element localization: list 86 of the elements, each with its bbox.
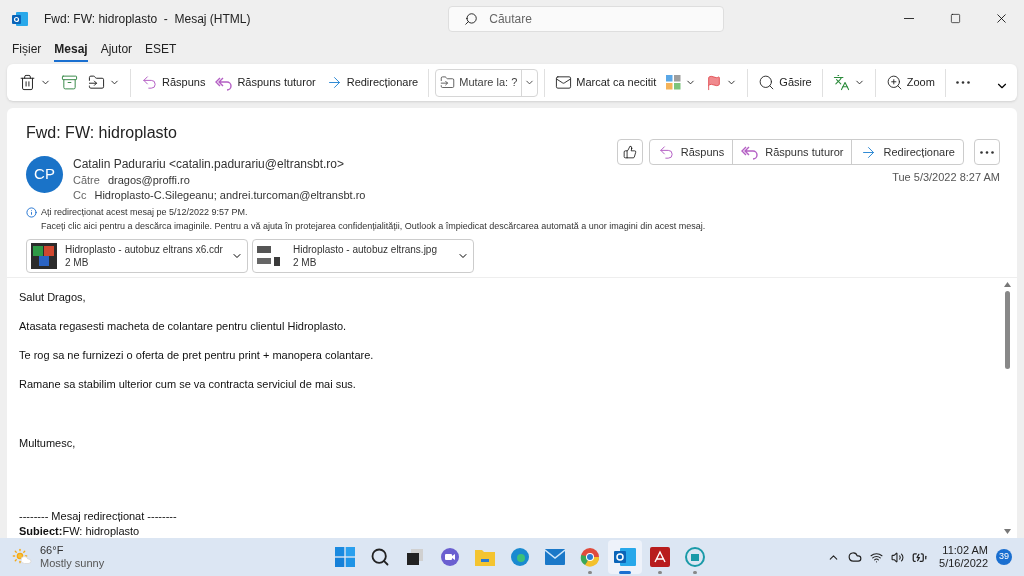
search-icon <box>370 547 390 567</box>
forward-button[interactable]: Redirecționare <box>851 140 963 164</box>
weather-condition: Mostly sunny <box>40 557 105 570</box>
scroll-up-icon[interactable] <box>1003 282 1011 287</box>
archive-icon <box>61 74 78 91</box>
reply-all-button[interactable]: Răspuns tuturor <box>211 68 320 97</box>
cloud-icon[interactable] <box>848 550 863 564</box>
reply-icon <box>657 143 675 161</box>
file-thumbnail-icon <box>31 243 57 269</box>
browser-icon <box>580 547 600 567</box>
forward-button[interactable]: Redirecționare <box>321 68 423 97</box>
forwarded-subject: Subiect:FW: hidroplasto <box>19 524 141 539</box>
envelope-icon <box>555 74 573 91</box>
zoom-icon <box>885 74 903 91</box>
mail-app-icon <box>12 11 28 26</box>
chat-icon <box>440 547 460 567</box>
reply-all-icon <box>741 144 760 160</box>
search-icon <box>464 11 479 26</box>
folder-icon <box>440 75 456 90</box>
minimize-icon <box>904 18 914 19</box>
message-date: Tue 5/3/2022 8:27 AM <box>892 170 1000 185</box>
task-view-icon <box>405 547 425 567</box>
flag-icon <box>706 74 723 91</box>
body-paragraph: Te rog sa ne furnizezi o oferta de pret pentru print + manopera colantare. <box>19 348 375 363</box>
reply-button[interactable]: Răspuns <box>137 68 210 97</box>
attachment-name: Hidroplasto - autobuz eltrans.jpg <box>293 243 438 256</box>
clock-date: 5/16/2022 <box>939 557 988 570</box>
sender-avatar: CP <box>26 156 63 193</box>
attachment-size: 2 MB <box>293 256 318 269</box>
mark-unread-button[interactable]: Marcat ca necitit <box>551 68 661 97</box>
search-icon <box>758 74 776 91</box>
mail-app-icon <box>614 547 636 567</box>
folder-icon <box>88 74 105 91</box>
body-paragraph: Multumesc, <box>19 436 77 451</box>
reply-all-button[interactable]: Răspuns tuturor <box>732 140 852 164</box>
menu-tab[interactable]: ESET <box>145 39 177 62</box>
cc-label: Cc <box>73 188 87 203</box>
menu-tab[interactable]: Mesaj <box>54 39 88 62</box>
pdf-icon <box>650 547 670 567</box>
more-icon <box>955 81 970 84</box>
scroll-down-icon[interactable] <box>1003 529 1011 534</box>
window-title: Fwd: FW: hidroplasto - Mesaj (HTML) <box>44 10 251 28</box>
menu-tab[interactable]: Fișier <box>12 39 42 62</box>
image-thumbnail-icon <box>257 244 281 268</box>
find-button[interactable]: Găsire <box>754 68 816 97</box>
more-icon <box>980 150 994 154</box>
attachment-size: 2 MB <box>65 256 90 269</box>
to-recipients: dragos@proffi.ro <box>107 173 190 188</box>
more-button[interactable] <box>974 139 1000 165</box>
info-icon <box>26 207 37 219</box>
like-button[interactable] <box>616 139 643 165</box>
wifi-icon[interactable] <box>870 550 884 564</box>
forwarded-separator: -------- Mesaj redirecționat -------- <box>19 509 178 524</box>
restore-icon <box>949 13 961 24</box>
trash-icon <box>19 74 36 91</box>
message-subject: Fwd: FW: hidroplasto <box>26 123 178 143</box>
translate-icon <box>832 74 850 91</box>
menu-tab[interactable]: Ajutor <box>100 39 133 62</box>
body-paragraph: Ramane sa stabilim ulterior cum se va contracta serviciul de mai sus. <box>19 377 357 392</box>
move-to-dropdown[interactable]: Mutare la: ? <box>435 68 539 97</box>
body-paragraph: Salut Dragos, <box>19 290 87 305</box>
to-label: Către <box>73 173 100 188</box>
reply-icon <box>141 74 158 91</box>
color-grid-icon <box>666 75 682 90</box>
browser-icon <box>510 547 530 567</box>
blocked-images-notice[interactable]: Faceți clic aici pentru a descărca imaginile. Pentru a vă ajuta în protejarea confidențialității, Outlook a împiedicat descărcarea automată a unor imagini din acest mesaj. <box>41 219 998 233</box>
notification-badge[interactable]: 39 <box>996 549 1012 565</box>
clock-time: 11:02 AM <box>942 544 988 557</box>
forwarded-notice: Ați redirecționat acest mesaj pe 5/12/2022 9:57 PM. <box>41 206 248 219</box>
sender-name: Catalin Padurariu <catalin.padurariu@eltransbt.ro> <box>73 156 345 173</box>
folder-icon <box>475 548 495 566</box>
start-icon <box>335 547 355 567</box>
attachment-card[interactable]: Hidroplasto - autobuz eltrans.jpg 2 MB <box>252 239 474 273</box>
attachment-card[interactable]: Hidroplasto - autobuz eltrans x6.cdr 2 MB <box>26 239 248 273</box>
thumbs-up-icon <box>622 145 637 159</box>
reply-button[interactable]: Răspuns <box>649 140 733 164</box>
cc-recipients: Hidroplasto-C.Silegeanu; andrei.turcoman@eltransbt.ro <box>94 188 366 203</box>
zoom-button[interactable]: Zoom <box>881 68 939 97</box>
mail-icon <box>545 549 565 565</box>
attachment-name: Hidroplasto - autobuz eltrans x6.cdr <box>65 243 223 256</box>
weather-icon <box>12 548 32 566</box>
shield-app-icon <box>685 547 705 567</box>
speaker-icon[interactable] <box>891 550 905 564</box>
search-field[interactable]: Căutare <box>448 5 725 32</box>
temperature: 66°F <box>40 544 65 557</box>
body-paragraph: Atasata regasesti macheta de colantare pentru clientul Hidroplasto. <box>19 319 348 334</box>
